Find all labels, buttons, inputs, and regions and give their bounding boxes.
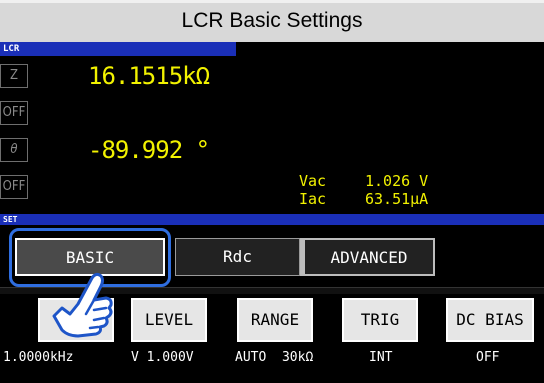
iac-label: Iac xyxy=(299,190,327,208)
measurement-value-3: -89.992 ° xyxy=(88,136,210,164)
param-3-button[interactable]: θ xyxy=(0,138,28,162)
param-1-button[interactable]: Z xyxy=(0,64,28,88)
title-bar: LCR Basic Settings xyxy=(0,0,544,42)
iac-value: 63.51μA xyxy=(365,190,429,208)
page-title: LCR Basic Settings xyxy=(181,9,363,32)
tab-advanced[interactable]: ADVANCED xyxy=(300,238,435,276)
range-button[interactable]: RANGE xyxy=(237,298,313,342)
freq-value: 1.0000kHz xyxy=(3,350,74,365)
trig-value: INT xyxy=(369,350,393,365)
level-button[interactable]: LEVEL xyxy=(131,298,207,342)
set-tag: SET xyxy=(0,214,544,225)
dc-bias-button[interactable]: DC BIAS xyxy=(446,298,534,342)
dc-bias-value: OFF xyxy=(476,350,500,365)
hand-pointer-icon xyxy=(52,272,113,338)
vac-value: 1.026 V xyxy=(365,172,429,190)
measurement-value-1: 16.1515kΩ xyxy=(88,62,210,90)
trig-button[interactable]: TRIG xyxy=(342,298,418,342)
level-value: V 1.000V xyxy=(131,350,194,365)
mode-tag: LCR xyxy=(0,42,236,56)
param-2-button[interactable]: OFF xyxy=(0,101,28,125)
vac-label: Vac xyxy=(299,172,327,190)
tab-rdc[interactable]: Rdc xyxy=(175,238,300,276)
range-value: AUTO 30kΩ xyxy=(235,350,314,365)
param-4-button[interactable]: OFF xyxy=(0,175,28,199)
